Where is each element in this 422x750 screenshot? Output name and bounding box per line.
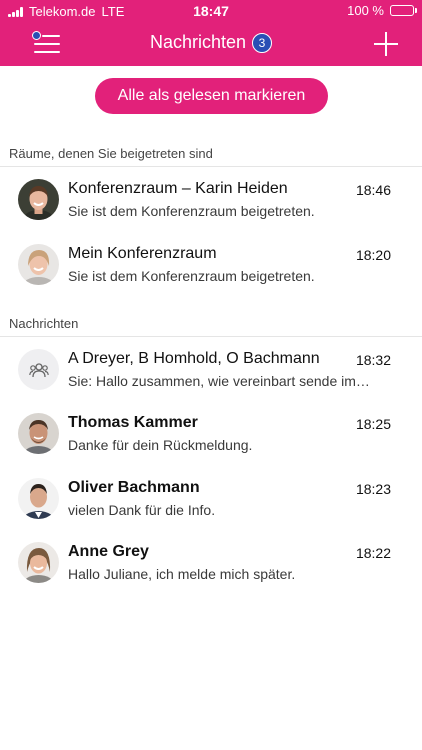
message-list-item[interactable]: A Dreyer, B Homhold, O Bachmann Sie: Hal… (0, 338, 422, 400)
battery-percent: 100 % (347, 3, 384, 18)
message-preview: Sie: Hallo zusammen, wie vereinbart send… (68, 373, 370, 389)
avatar (18, 478, 59, 519)
avatar (18, 542, 59, 583)
nav-bar: Nachrichten 3 (0, 22, 422, 66)
message-title: Thomas Kammer (68, 414, 198, 431)
divider (0, 336, 422, 337)
message-title: A Dreyer, B Homhold, O Bachmann (68, 350, 320, 367)
room-list-item[interactable]: Mein Konferenzraum Sie ist dem Konferenz… (0, 233, 422, 295)
mark-all-read-button[interactable]: Alle als gelesen markieren (95, 78, 328, 114)
new-message-button[interactable] (372, 30, 400, 58)
room-subtitle: Sie ist dem Konferenzraum beigetreten. (68, 268, 315, 284)
divider (0, 166, 422, 167)
room-list-item[interactable]: Konferenzraum – Karin Heiden Sie ist dem… (0, 168, 422, 230)
room-title: Mein Konferenzraum (68, 245, 217, 262)
battery-icon (390, 5, 417, 16)
group-icon (28, 362, 49, 377)
room-subtitle: Sie ist dem Konferenzraum beigetreten. (68, 203, 315, 219)
message-time: 18:23 (355, 481, 391, 497)
unread-count-badge: 3 (252, 32, 273, 53)
page-title: Nachrichten 3 (0, 32, 422, 53)
message-preview: vielen Dank für die Info. (68, 502, 216, 518)
message-time: 18:32 (355, 352, 391, 368)
page-title-text: Nachrichten (149, 32, 247, 52)
message-title: Oliver Bachmann (68, 479, 200, 496)
room-title: Konferenzraum – Karin Heiden (68, 180, 288, 197)
avatar (18, 244, 59, 285)
messages-section-header: Nachrichten (9, 316, 79, 331)
message-preview: Hallo Juliane, ich melde mich später. (68, 566, 296, 582)
message-list-item[interactable]: Anne Grey Hallo Juliane, ich melde mich … (0, 531, 422, 593)
message-list-item[interactable]: Thomas Kammer Danke für dein Rückmeldung… (0, 402, 422, 464)
avatar (18, 179, 59, 220)
status-bar-right: 100 % (347, 3, 417, 18)
rooms-section-header: Räume, denen Sie beigetreten sind (9, 146, 213, 161)
message-time: 18:25 (355, 416, 391, 432)
message-list-item[interactable]: Oliver Bachmann vielen Dank für die Info… (0, 467, 422, 529)
message-preview: Danke für dein Rückmeldung. (68, 437, 253, 453)
group-avatar (18, 349, 59, 390)
room-time: 18:20 (355, 247, 391, 263)
status-bar: Telekom.de LTE 18:47 100 % (0, 0, 422, 22)
message-title: Anne Grey (68, 543, 149, 560)
room-time: 18:46 (355, 182, 391, 198)
avatar (18, 413, 59, 454)
message-time: 18:22 (355, 545, 391, 561)
